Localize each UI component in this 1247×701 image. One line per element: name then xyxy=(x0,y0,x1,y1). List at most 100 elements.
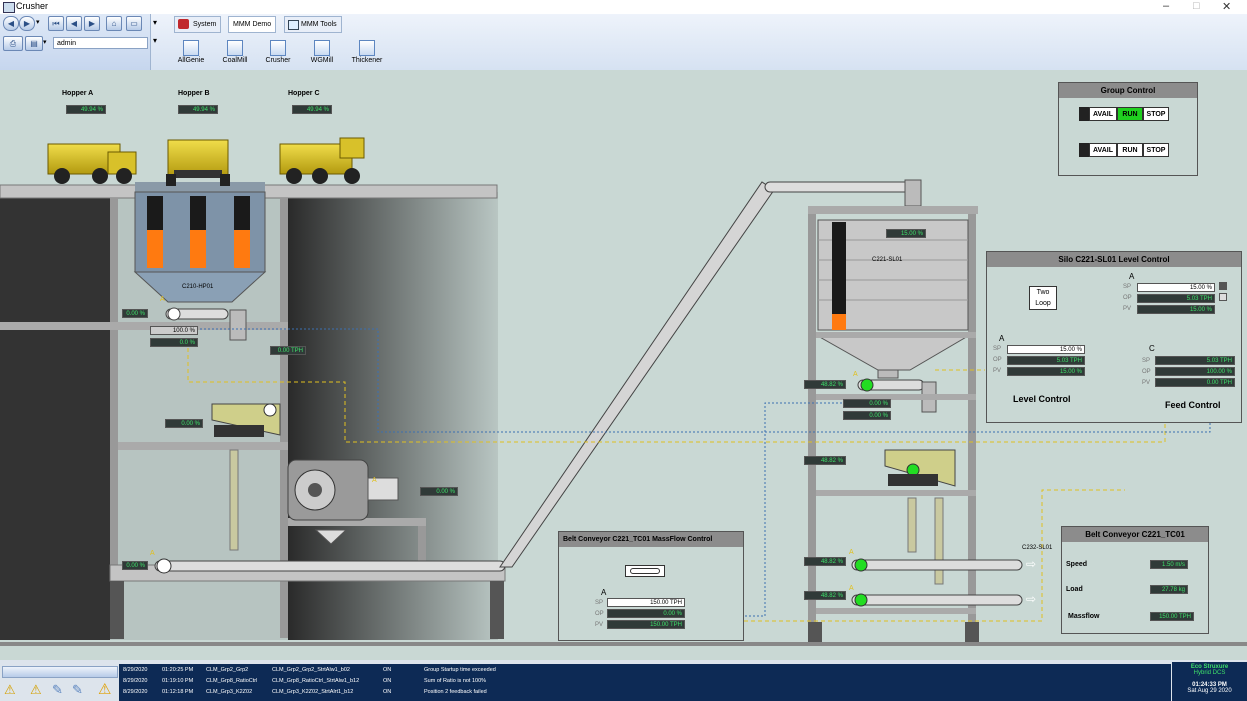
nav-button-allgenie[interactable]: AllGenie xyxy=(172,38,210,68)
navigation-panel: ◀ ▶ ▾ ⏮ ◀ ▶ ⌂ ▭ ⎙ ▤ ▾ admin xyxy=(0,14,151,70)
window-layout-icon[interactable]: ▭ xyxy=(126,16,142,31)
fc-pv-value[interactable]: 0.00 TPH xyxy=(1155,378,1235,387)
bottom-conveyor-value[interactable]: 0.00 % xyxy=(122,561,148,570)
workstation-icon[interactable]: ▤ xyxy=(25,36,43,51)
faceplate-icon[interactable] xyxy=(1219,293,1227,301)
top-pv-value[interactable]: 15.00 % xyxy=(1137,305,1215,314)
minimize-button[interactable]: – xyxy=(1163,0,1169,12)
nav-button-label: AllGenie xyxy=(177,57,205,64)
nav-button-crusher[interactable]: Crusher xyxy=(259,38,297,68)
nav-button-thickener[interactable]: Thickener xyxy=(348,38,386,68)
alarm-filter-icon[interactable]: ⚠ xyxy=(30,682,42,698)
fc-sp-value[interactable]: 5.03 TPH xyxy=(1155,356,1235,365)
toolbar-dropdown-icon[interactable]: ▾ xyxy=(153,18,157,27)
process-graphic: Hopper A 49.94 % Hopper B 49.94 % Hopper… xyxy=(0,70,1247,660)
alarm-warning-icon[interactable]: ⚠ xyxy=(4,682,16,698)
trend-icon[interactable] xyxy=(1219,282,1227,290)
alarm-message: Group Startup time exceeded xyxy=(424,667,496,673)
alarm-list: 8/29/2020 01:20:25 PM CLM_Grp2_Grp2 CLM_… xyxy=(119,664,1171,701)
alarm-row[interactable]: 8/29/2020 01:19:10 PM CLM_Grp8_RatioCtrl… xyxy=(119,676,1171,686)
first-page-icon[interactable]: ⏮ xyxy=(48,16,64,31)
status-indicator xyxy=(1079,107,1089,121)
print-icon[interactable]: ⎙ xyxy=(3,36,23,51)
next-page-icon[interactable]: ▶ xyxy=(84,16,100,31)
hopper-c-value: 49.94 % xyxy=(292,105,332,114)
silo-feeder-value[interactable]: 48.82 % xyxy=(804,380,846,389)
hopper-c-label: Hopper C xyxy=(288,90,320,97)
alarm-source: CLM_Grp3_K2Z02 xyxy=(206,689,253,695)
history-dropdown-icon[interactable]: ▾ xyxy=(36,18,40,26)
silo-conveyor2-value[interactable]: 48.82 % xyxy=(804,591,846,600)
alarm-date: 8/29/2020 xyxy=(123,678,148,684)
crusher-mode: A xyxy=(372,477,377,484)
fc-op-value[interactable]: 100.00 % xyxy=(1155,367,1235,376)
workstation-dropdown-icon[interactable]: ▾ xyxy=(43,38,47,46)
feeder-value[interactable]: 0.00 % xyxy=(122,309,148,318)
nav-button-label: Crusher xyxy=(265,57,291,64)
flow-value[interactable]: 0.00 TPH xyxy=(270,346,306,355)
alarm-filter-field[interactable] xyxy=(2,666,118,678)
tab-mmm-tools[interactable]: MMM Tools xyxy=(284,16,342,33)
hopper-a-value: 49.94 % xyxy=(66,105,106,114)
tab-mmm-demo[interactable]: MMM Demo xyxy=(228,16,277,33)
lc-mode: A xyxy=(999,334,1005,343)
bottom-conveyor-mode: A xyxy=(150,550,155,557)
sp-label: SP xyxy=(993,346,1002,352)
silo-tag: C221-SL01 xyxy=(872,257,903,263)
nav-button-wgmill[interactable]: WGMill xyxy=(303,38,341,68)
avail-button[interactable]: AVAIL xyxy=(1089,107,1117,121)
alarm-silence-icon[interactable]: ✎ xyxy=(72,682,83,698)
speed-value[interactable]: 1.50 m/s xyxy=(1150,560,1188,569)
home-icon[interactable]: ⌂ xyxy=(106,16,122,31)
previous-page-icon[interactable]: ◀ xyxy=(66,16,82,31)
stop-button[interactable]: STOP xyxy=(1143,143,1169,157)
silo-feeder-sp[interactable]: 0.00 % xyxy=(843,399,891,408)
ribbon-dropdown-icon[interactable]: ▾ xyxy=(153,36,157,45)
top-op-value[interactable]: 5.03 TPH xyxy=(1137,294,1215,303)
belt-conveyor-panel: Belt Conveyor C221_TC01 Speed 1.50 m/s L… xyxy=(1061,526,1209,634)
massflow-pv-value[interactable]: 150.00 TPH xyxy=(607,620,685,629)
user-field[interactable]: admin xyxy=(53,37,148,49)
alarm-row[interactable]: 8/29/2020 01:12:18 PM CLM_Grp3_K2Z02 CLM… xyxy=(119,687,1171,697)
arrow-right-icon: ⇨ xyxy=(1026,592,1037,606)
alarm-state: ON xyxy=(383,689,392,695)
two-loop-button[interactable]: Two Loop xyxy=(1029,286,1057,310)
silo-screen-value[interactable]: 48.82 % xyxy=(804,456,846,465)
massflow-sp-value[interactable]: 150.00 TPH xyxy=(607,598,685,607)
close-button[interactable]: ✕ xyxy=(1222,0,1231,13)
avail-button[interactable]: AVAIL xyxy=(1089,143,1117,157)
silo-conveyor1-value[interactable]: 48.82 % xyxy=(804,557,846,566)
run-button[interactable]: RUN xyxy=(1117,107,1143,121)
display-page-icon xyxy=(227,40,243,56)
lc-op-value[interactable]: 5.03 TPH xyxy=(1007,356,1085,365)
alarm-tag: CLM_Grp2_Grp2_StrtAlw1_b02 xyxy=(272,667,350,673)
run-button[interactable]: RUN xyxy=(1117,143,1143,157)
top-sp-value[interactable]: 15.00 % xyxy=(1137,283,1215,292)
back-icon[interactable]: ◀ xyxy=(3,16,19,31)
silo-level-value[interactable]: 15.00 % xyxy=(886,229,926,238)
op-label: OP xyxy=(1142,369,1151,375)
maximize-button[interactable]: □ xyxy=(1193,0,1200,12)
feeder-sp[interactable]: 100.0 % xyxy=(150,326,198,335)
system-icon xyxy=(178,19,189,29)
crusher-value[interactable]: 0.00 % xyxy=(420,487,458,496)
feeder-pv[interactable]: 0.0 % xyxy=(150,338,198,347)
forward-icon[interactable]: ▶ xyxy=(19,16,35,31)
silo-feeder-mode: A xyxy=(853,371,858,378)
tab-system[interactable]: System xyxy=(174,16,222,33)
load-value[interactable]: 27.78 kg xyxy=(1150,585,1188,594)
alarm-summary-icon[interactable]: ⚠ xyxy=(98,680,111,698)
silo-feeder-pv[interactable]: 0.00 % xyxy=(843,411,891,420)
lc-pv-value[interactable]: 15.00 % xyxy=(1007,367,1085,376)
alarm-acknowledge-icon[interactable]: ✎ xyxy=(52,682,63,698)
hopper-a-label: Hopper A xyxy=(62,90,94,97)
screen-value[interactable]: 0.00 % xyxy=(165,419,203,428)
nav-button-coalmill[interactable]: CoalMill xyxy=(216,38,254,68)
lc-sp-value[interactable]: 15.00 % xyxy=(1007,345,1085,354)
alarm-row[interactable]: 8/29/2020 01:20:25 PM CLM_Grp2_Grp2 CLM_… xyxy=(119,665,1171,675)
stop-button[interactable]: STOP xyxy=(1143,107,1169,121)
app-icon xyxy=(3,2,15,13)
massflow-value[interactable]: 150.00 TPH xyxy=(1150,612,1194,621)
massflow-op-value[interactable]: 0.00 % xyxy=(607,609,685,618)
hopper-tag: C210-HP01 xyxy=(182,284,214,290)
